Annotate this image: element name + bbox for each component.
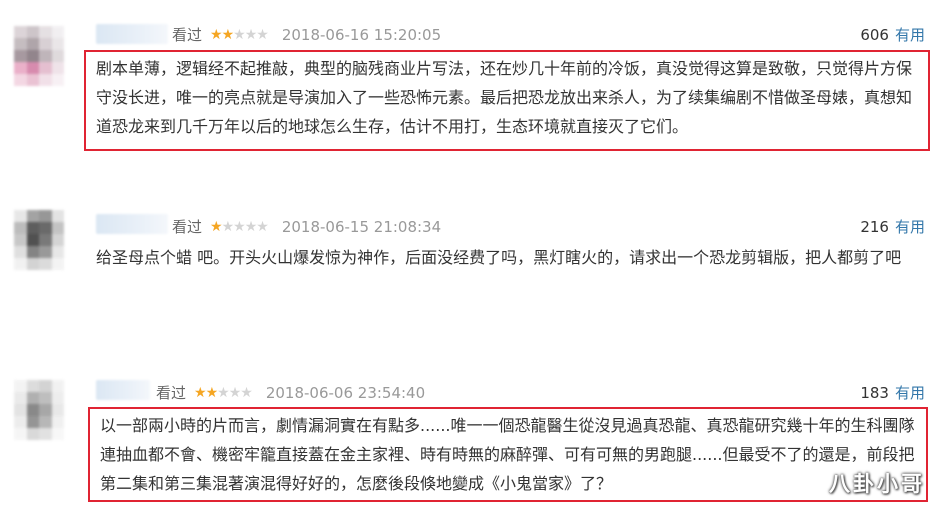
star-filled-icon: ★: [205, 384, 219, 401]
star-empty-icon: ★: [233, 218, 246, 235]
star-empty-icon: ★: [233, 26, 246, 43]
useful-button[interactable]: 有用: [895, 26, 925, 44]
watermark: 八卦小哥: [829, 472, 925, 496]
review-text: 以一部兩小時的片而言，劇情漏洞實在有點多......唯一一個恐龍醫生從沒見過真恐…: [88, 407, 928, 502]
star-empty-icon: ★: [256, 218, 269, 235]
avatar[interactable]: [14, 210, 64, 270]
avatar[interactable]: [14, 380, 64, 440]
review-text: 给圣母点个蜡 吧。开头火山爆发惊为神作，后面没经费了吗，黑灯瞎火的，请求出一个恐…: [96, 248, 902, 267]
review-date: 2018-06-16 15:20:05: [281, 25, 442, 44]
rating-stars: ★ ★ ★ ★ ★: [194, 384, 253, 401]
avatar[interactable]: [14, 26, 64, 86]
vote-count: 183 有用: [860, 382, 925, 403]
username[interactable]: [96, 24, 168, 44]
review-meta: 看过 ★ ★ ★ ★ ★ 2018-06-06 23:54:40: [156, 382, 425, 403]
star-empty-icon: ★: [256, 26, 269, 43]
vote-count: 216 有用: [860, 216, 925, 237]
review-text: 剧本单薄，逻辑经不起推敲，典型的脑残商业片写法，还在炒几十年前的冷饭，真没觉得这…: [84, 50, 930, 151]
review-date: 2018-06-06 23:54:40: [265, 383, 426, 402]
username[interactable]: [96, 214, 168, 234]
rating-stars: ★ ★ ★ ★ ★: [210, 26, 269, 43]
star-empty-icon: ★: [244, 26, 258, 43]
review-meta: 看过 ★ ★ ★ ★ ★ 2018-06-16 15:20:05: [172, 24, 441, 45]
star-empty-icon: ★: [240, 384, 253, 401]
vote-number: 606: [860, 26, 889, 44]
star-filled-icon: ★: [210, 218, 223, 235]
star-filled-icon: ★: [210, 26, 223, 43]
rating-stars: ★ ★ ★ ★ ★: [210, 218, 269, 235]
star-empty-icon: ★: [217, 384, 230, 401]
vote-count: 606 有用: [860, 24, 925, 45]
star-filled-icon: ★: [194, 384, 207, 401]
watch-status: 看过: [172, 218, 203, 236]
star-empty-icon: ★: [228, 384, 242, 401]
username[interactable]: [96, 380, 150, 400]
star-filled-icon: ★: [221, 26, 235, 43]
star-empty-icon: ★: [244, 218, 258, 235]
useful-button[interactable]: 有用: [895, 384, 925, 402]
vote-number: 216: [860, 218, 889, 236]
review-meta: 看过 ★ ★ ★ ★ ★ 2018-06-15 21:08:34: [172, 216, 441, 237]
useful-button[interactable]: 有用: [895, 218, 925, 236]
watch-status: 看过: [172, 26, 203, 44]
watch-status: 看过: [156, 384, 187, 402]
review-date: 2018-06-15 21:08:34: [281, 217, 442, 236]
vote-number: 183: [860, 384, 889, 402]
star-empty-icon: ★: [221, 218, 235, 235]
